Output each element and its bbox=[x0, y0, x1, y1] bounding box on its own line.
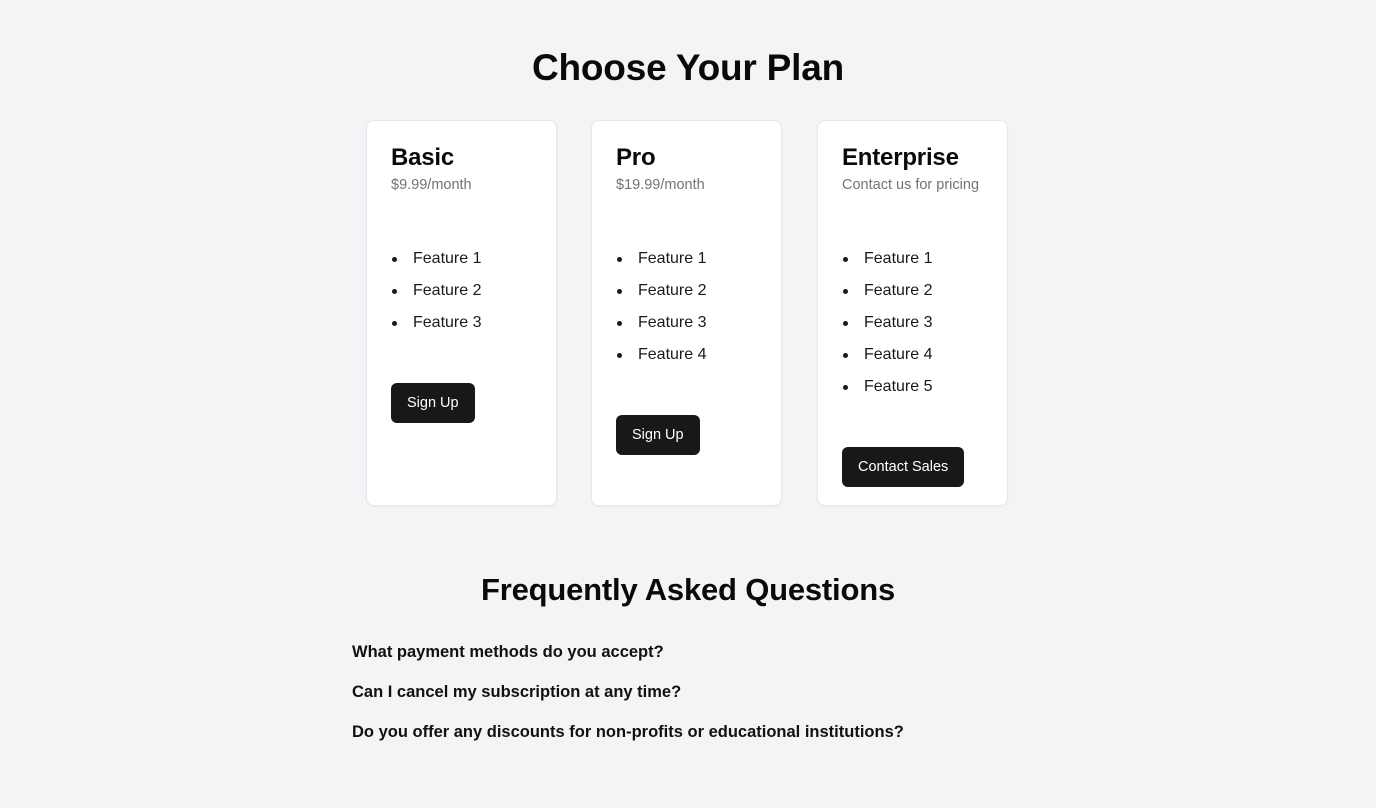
plan-card-basic: Basic $9.99/month Feature 1 Feature 2 Fe… bbox=[366, 120, 557, 506]
sign-up-button-pro[interactable]: Sign Up bbox=[616, 415, 700, 455]
feature-item: Feature 2 bbox=[391, 275, 540, 307]
feature-list: Feature 1 Feature 2 Feature 3 Feature 4 … bbox=[842, 243, 991, 403]
pricing-plans: Basic $9.99/month Feature 1 Feature 2 Fe… bbox=[366, 120, 1010, 508]
plan-price: $19.99/month bbox=[616, 177, 705, 193]
feature-item: Feature 1 bbox=[391, 243, 540, 275]
plan-card-pro: Pro $19.99/month Feature 1 Feature 2 Fea… bbox=[591, 120, 782, 506]
faq-question[interactable]: Can I cancel my subscription at any time… bbox=[352, 680, 1024, 704]
feature-list: Feature 1 Feature 2 Feature 3 bbox=[391, 243, 540, 339]
plan-card-enterprise: Enterprise Contact us for pricing Featur… bbox=[817, 120, 1008, 506]
feature-item: Feature 4 bbox=[842, 339, 991, 371]
feature-item: Feature 1 bbox=[842, 243, 991, 275]
plan-name: Basic bbox=[391, 144, 455, 171]
page-title: Choose Your Plan bbox=[531, 47, 845, 88]
faq-title: Frequently Asked Questions bbox=[481, 572, 895, 607]
feature-item: Feature 2 bbox=[616, 275, 765, 307]
plan-price: $9.99/month bbox=[391, 177, 472, 193]
feature-list: Feature 1 Feature 2 Feature 3 Feature 4 bbox=[616, 243, 765, 371]
faq-list: What payment methods do you accept? Can … bbox=[352, 640, 1024, 760]
feature-item: Feature 3 bbox=[842, 307, 991, 339]
faq-question[interactable]: Do you offer any discounts for non-profi… bbox=[352, 720, 1024, 744]
feature-item: Feature 3 bbox=[391, 307, 540, 339]
feature-item: Feature 3 bbox=[616, 307, 765, 339]
plan-price: Contact us for pricing bbox=[842, 177, 980, 193]
feature-item: Feature 5 bbox=[842, 371, 991, 403]
feature-item: Feature 4 bbox=[616, 339, 765, 371]
contact-sales-button[interactable]: Contact Sales bbox=[842, 447, 965, 487]
sign-up-button-basic[interactable]: Sign Up bbox=[391, 383, 475, 423]
feature-item: Feature 1 bbox=[616, 243, 765, 275]
faq-question[interactable]: What payment methods do you accept? bbox=[352, 640, 1024, 664]
feature-item: Feature 2 bbox=[842, 275, 991, 307]
plan-name: Enterprise bbox=[842, 144, 959, 171]
plan-name: Pro bbox=[616, 144, 656, 171]
